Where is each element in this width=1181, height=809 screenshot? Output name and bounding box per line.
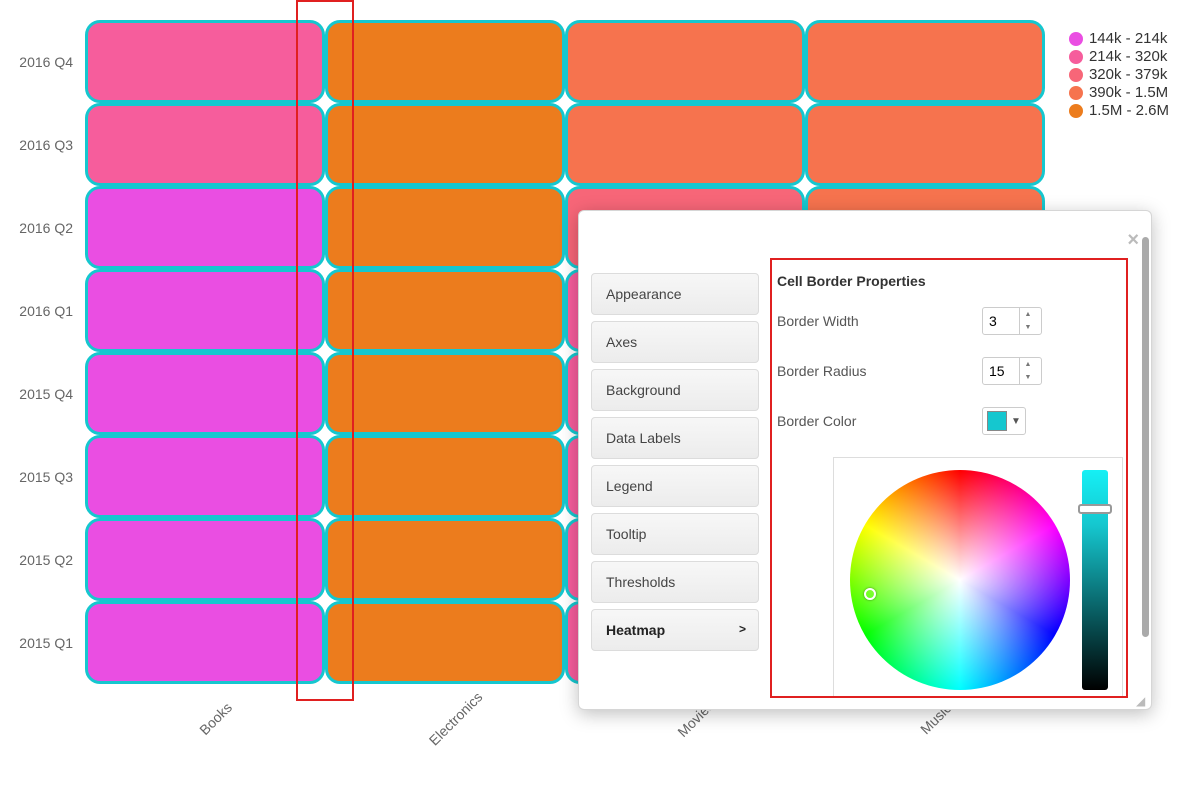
tab-appearance[interactable]: Appearance <box>591 273 759 315</box>
tab-axes[interactable]: Axes <box>591 321 759 363</box>
heatmap-cell[interactable] <box>805 103 1045 186</box>
heatmap-cell[interactable] <box>325 186 565 269</box>
border-color-dropdown[interactable]: ▼ <box>982 407 1026 435</box>
heatmap-cell[interactable] <box>325 20 565 103</box>
border-width-input[interactable]: ▲ ▼ <box>982 307 1042 335</box>
legend-swatch <box>1069 32 1083 46</box>
heatmap-row <box>85 20 1045 103</box>
chevron-right-icon: > <box>739 622 746 636</box>
heatmap-cell[interactable] <box>85 518 325 601</box>
border-radius-field[interactable] <box>983 363 1019 379</box>
properties-panel: × Appearance Axes Background Data Labels… <box>578 210 1152 710</box>
legend-item: 320k - 379k <box>1069 66 1169 83</box>
tab-tooltip[interactable]: Tooltip <box>591 513 759 555</box>
heatmap-cell[interactable] <box>85 20 325 103</box>
heatmap-cell[interactable] <box>85 435 325 518</box>
legend-item: 390k - 1.5M <box>1069 84 1169 101</box>
border-radius-label: Border Radius <box>777 363 982 379</box>
border-width-row: Border Width ▲ ▼ <box>777 307 1137 335</box>
heatmap-cell[interactable] <box>325 352 565 435</box>
y-label: 2016 Q1 <box>0 269 85 352</box>
y-label: 2016 Q2 <box>0 186 85 269</box>
border-radius-row: Border Radius ▲ ▼ <box>777 357 1137 385</box>
color-picker[interactable] <box>833 457 1123 697</box>
lightness-slider[interactable] <box>1082 470 1108 690</box>
properties-title: Cell Border Properties <box>777 273 1137 289</box>
heatmap-cell[interactable] <box>85 352 325 435</box>
tab-legend[interactable]: Legend <box>591 465 759 507</box>
heatmap-cell[interactable] <box>325 269 565 352</box>
heatmap-cell[interactable] <box>85 269 325 352</box>
heatmap-cell[interactable] <box>805 20 1045 103</box>
legend-swatch <box>1069 104 1083 118</box>
legend-swatch <box>1069 86 1083 100</box>
border-width-label: Border Width <box>777 313 982 329</box>
border-color-row: Border Color ▼ <box>777 407 1137 435</box>
legend-label: 214k - 320k <box>1089 48 1167 65</box>
legend-item: 1.5M - 2.6M <box>1069 102 1169 119</box>
tab-heatmap[interactable]: Heatmap > <box>591 609 759 651</box>
resize-handle-icon[interactable]: ◢ <box>1136 694 1148 706</box>
panel-scrollbar[interactable] <box>1142 237 1149 637</box>
heatmap-cell[interactable] <box>565 20 805 103</box>
spin-up-icon[interactable]: ▲ <box>1020 358 1036 371</box>
heatmap-cell[interactable] <box>325 518 565 601</box>
legend-swatch <box>1069 68 1083 82</box>
y-label: 2015 Q3 <box>0 435 85 518</box>
legend: 144k - 214k 214k - 320k 320k - 379k 390k… <box>1069 30 1169 120</box>
legend-swatch <box>1069 50 1083 64</box>
y-label: 2016 Q3 <box>0 103 85 186</box>
spin-down-icon[interactable]: ▼ <box>1020 321 1036 334</box>
y-label: 2015 Q2 <box>0 518 85 601</box>
y-label: 2015 Q4 <box>0 352 85 435</box>
lightness-handle[interactable] <box>1078 504 1112 514</box>
border-width-field[interactable] <box>983 313 1019 329</box>
chevron-down-icon: ▼ <box>1011 416 1021 427</box>
y-label: 2016 Q4 <box>0 20 85 103</box>
color-wheel-handle[interactable] <box>864 588 876 600</box>
tab-label: Heatmap <box>606 622 665 638</box>
heatmap-cell[interactable] <box>565 103 805 186</box>
spin-down-icon[interactable]: ▼ <box>1020 371 1036 384</box>
legend-label: 390k - 1.5M <box>1089 84 1168 101</box>
tab-data-labels[interactable]: Data Labels <box>591 417 759 459</box>
legend-label: 144k - 214k <box>1089 30 1167 47</box>
legend-item: 144k - 214k <box>1069 30 1169 47</box>
spin-up-icon[interactable]: ▲ <box>1020 308 1036 321</box>
legend-item: 214k - 320k <box>1069 48 1169 65</box>
heatmap-cell[interactable] <box>325 103 565 186</box>
legend-label: 1.5M - 2.6M <box>1089 102 1169 119</box>
panel-sidebar: Appearance Axes Background Data Labels L… <box>591 273 759 651</box>
y-label: 2015 Q1 <box>0 601 85 684</box>
close-button[interactable]: × <box>1127 229 1139 252</box>
border-radius-input[interactable]: ▲ ▼ <box>982 357 1042 385</box>
properties-body: Cell Border Properties Border Width ▲ ▼ … <box>777 273 1137 697</box>
heatmap-row <box>85 103 1045 186</box>
heatmap-cell[interactable] <box>325 435 565 518</box>
tab-background[interactable]: Background <box>591 369 759 411</box>
y-axis-labels: 2016 Q4 2016 Q3 2016 Q2 2016 Q1 2015 Q4 … <box>0 20 85 684</box>
heatmap-cell[interactable] <box>85 186 325 269</box>
color-chip <box>987 411 1007 431</box>
color-wheel[interactable] <box>850 470 1070 690</box>
border-color-label: Border Color <box>777 413 982 429</box>
tab-thresholds[interactable]: Thresholds <box>591 561 759 603</box>
legend-label: 320k - 379k <box>1089 66 1167 83</box>
heatmap-cell[interactable] <box>85 103 325 186</box>
